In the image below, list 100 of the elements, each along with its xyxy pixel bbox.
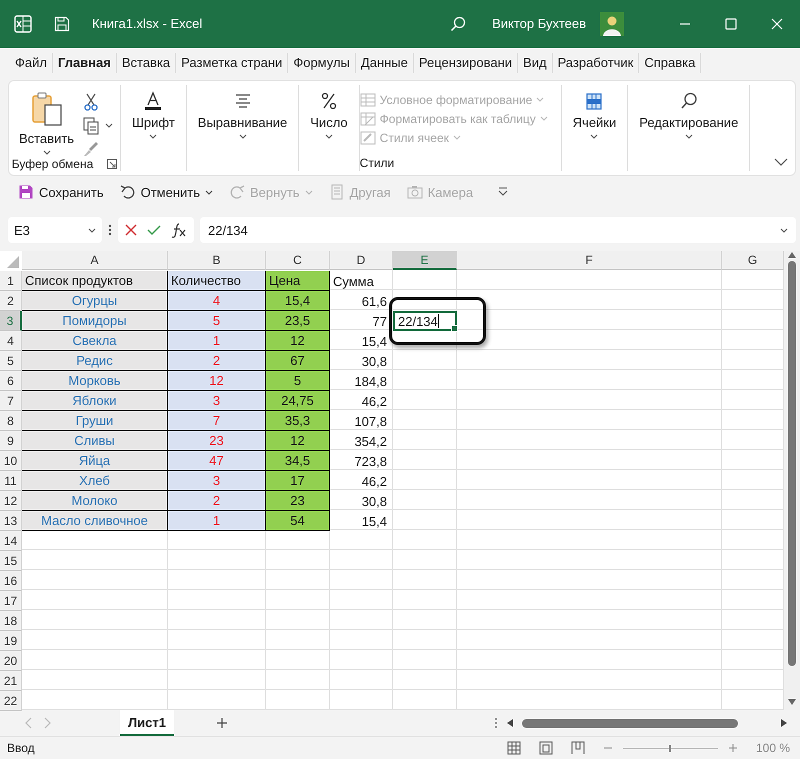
search-icon bbox=[678, 90, 699, 111]
scroll-thumb[interactable] bbox=[788, 261, 796, 666]
table-cell: 12 bbox=[168, 371, 266, 392]
horizontal-scroll-thumb[interactable] bbox=[522, 718, 738, 728]
page-break-icon[interactable] bbox=[570, 741, 585, 756]
table-cell: Яблоки bbox=[22, 391, 168, 412]
row-header[interactable]: 16 bbox=[0, 571, 22, 592]
column-header[interactable]: G bbox=[722, 251, 784, 270]
document-icon bbox=[328, 184, 345, 200]
collapse-ribbon-icon[interactable] bbox=[773, 156, 789, 167]
cells-button[interactable]: Ячейки bbox=[570, 90, 620, 139]
row-header[interactable]: 13 bbox=[0, 511, 22, 532]
cells-icon bbox=[584, 90, 604, 111]
name-box[interactable]: E3 bbox=[8, 217, 102, 244]
ribbon-tab[interactable]: Формулы bbox=[288, 52, 356, 73]
scroll-down-icon[interactable] bbox=[787, 698, 797, 706]
excel-icon bbox=[14, 14, 32, 33]
copy-icon[interactable] bbox=[83, 116, 100, 135]
alignment-button[interactable]: Выравнивание bbox=[194, 90, 290, 139]
caret-icon bbox=[304, 190, 313, 195]
normal-view-icon[interactable] bbox=[506, 741, 521, 756]
row-header[interactable]: 18 bbox=[0, 611, 22, 632]
table-cell: 7 bbox=[168, 411, 266, 432]
scroll-right-icon[interactable] bbox=[780, 718, 788, 728]
number-format-button[interactable]: Число bbox=[307, 90, 351, 139]
column-header[interactable]: C bbox=[266, 251, 330, 270]
row-header[interactable]: 9 bbox=[0, 431, 22, 452]
caret-icon bbox=[42, 150, 50, 155]
row-header[interactable]: 8 bbox=[0, 411, 22, 432]
column-header[interactable]: B bbox=[168, 251, 266, 270]
row-header[interactable]: 20 bbox=[0, 651, 22, 672]
row-header[interactable]: 7 bbox=[0, 391, 22, 412]
ribbon-tab[interactable]: Разработчик bbox=[552, 52, 640, 73]
ribbon-tab[interactable]: Справка bbox=[639, 52, 702, 73]
ribbon-tab[interactable]: Главная bbox=[52, 52, 117, 73]
undo-button[interactable]: Отменить bbox=[114, 184, 220, 200]
search-icon[interactable] bbox=[450, 16, 466, 32]
enter-icon[interactable] bbox=[146, 223, 162, 238]
row-header[interactable]: 3 bbox=[0, 311, 22, 332]
row-header[interactable]: 5 bbox=[0, 351, 22, 372]
table-cell: 35,3 bbox=[266, 411, 330, 432]
ribbon-tab[interactable]: Вставка bbox=[116, 52, 176, 73]
table-cell: 3 bbox=[168, 471, 266, 492]
row-header[interactable]: 6 bbox=[0, 371, 22, 392]
table-style-icon bbox=[360, 92, 376, 107]
sheet-tab[interactable]: Лист1 bbox=[120, 710, 174, 736]
ribbon-tab[interactable]: Данные bbox=[356, 52, 414, 73]
row-header[interactable]: 4 bbox=[0, 331, 22, 352]
row-header[interactable]: 2 bbox=[0, 291, 22, 312]
row-header[interactable]: 19 bbox=[0, 631, 22, 652]
table-style-icon bbox=[360, 112, 376, 126]
zoom-slider-thumb[interactable] bbox=[669, 744, 672, 752]
format-painter-icon[interactable] bbox=[83, 140, 100, 157]
row-header[interactable]: 15 bbox=[0, 551, 22, 572]
cell-editor[interactable]: 22/134 bbox=[393, 311, 457, 332]
customize-icon[interactable] bbox=[497, 187, 510, 198]
column-header[interactable]: D bbox=[330, 251, 393, 270]
scroll-left-icon[interactable] bbox=[506, 718, 514, 728]
ribbon-tab[interactable]: Рецензировани bbox=[414, 52, 518, 73]
row-header[interactable]: 22 bbox=[0, 691, 22, 712]
launcher-icon[interactable] bbox=[107, 158, 118, 169]
redo-icon bbox=[229, 184, 246, 200]
page-layout-icon[interactable] bbox=[538, 741, 553, 756]
paste-button[interactable]: Вставить bbox=[16, 90, 78, 157]
editing-button[interactable]: Редактирование bbox=[636, 90, 742, 139]
table-cell: Свекла bbox=[22, 331, 168, 352]
cancel-icon[interactable] bbox=[124, 223, 138, 238]
column-header[interactable]: A bbox=[22, 251, 168, 270]
row-header[interactable]: 21 bbox=[0, 671, 22, 692]
ribbon-tab[interactable]: Файл bbox=[10, 52, 53, 73]
maximize-icon[interactable] bbox=[723, 16, 739, 32]
column-header[interactable]: E bbox=[393, 251, 457, 270]
table-cell-text: 46,2 bbox=[360, 392, 388, 411]
formula-field[interactable]: 22/134 bbox=[200, 217, 796, 244]
undo-icon bbox=[120, 184, 136, 200]
row-header[interactable]: 14 bbox=[0, 531, 22, 552]
add-sheet-icon[interactable] bbox=[216, 717, 228, 730]
user-name[interactable]: Виктор Бухтеев bbox=[492, 16, 586, 32]
table-cell: 23 bbox=[168, 431, 266, 452]
zoom-in-icon[interactable] bbox=[728, 743, 738, 754]
table-cell: Яйца bbox=[22, 451, 168, 472]
column-header[interactable]: F bbox=[457, 251, 722, 270]
row-header[interactable]: 12 bbox=[0, 491, 22, 512]
caret-icon bbox=[324, 134, 333, 139]
close-icon[interactable] bbox=[769, 16, 785, 32]
row-header[interactable]: 10 bbox=[0, 451, 22, 472]
caret-icon bbox=[780, 228, 788, 233]
scissors-icon[interactable] bbox=[83, 92, 100, 111]
ribbon-tab[interactable]: Разметка страни bbox=[176, 52, 288, 73]
avatar[interactable] bbox=[600, 12, 624, 36]
save-icon[interactable] bbox=[54, 16, 70, 32]
save-button[interactable]: Сохранить bbox=[12, 184, 110, 200]
table-cell: 17 bbox=[266, 471, 330, 492]
insert-function-icon[interactable] bbox=[170, 222, 188, 238]
row-header[interactable]: 11 bbox=[0, 471, 22, 492]
ribbon-tab[interactable]: Вид bbox=[518, 52, 553, 73]
table-cell-text: 46,2 bbox=[360, 472, 388, 491]
row-header[interactable]: 17 bbox=[0, 591, 22, 612]
row-header[interactable]: 1 bbox=[0, 271, 22, 292]
font-button[interactable]: Шрифт bbox=[129, 90, 178, 139]
